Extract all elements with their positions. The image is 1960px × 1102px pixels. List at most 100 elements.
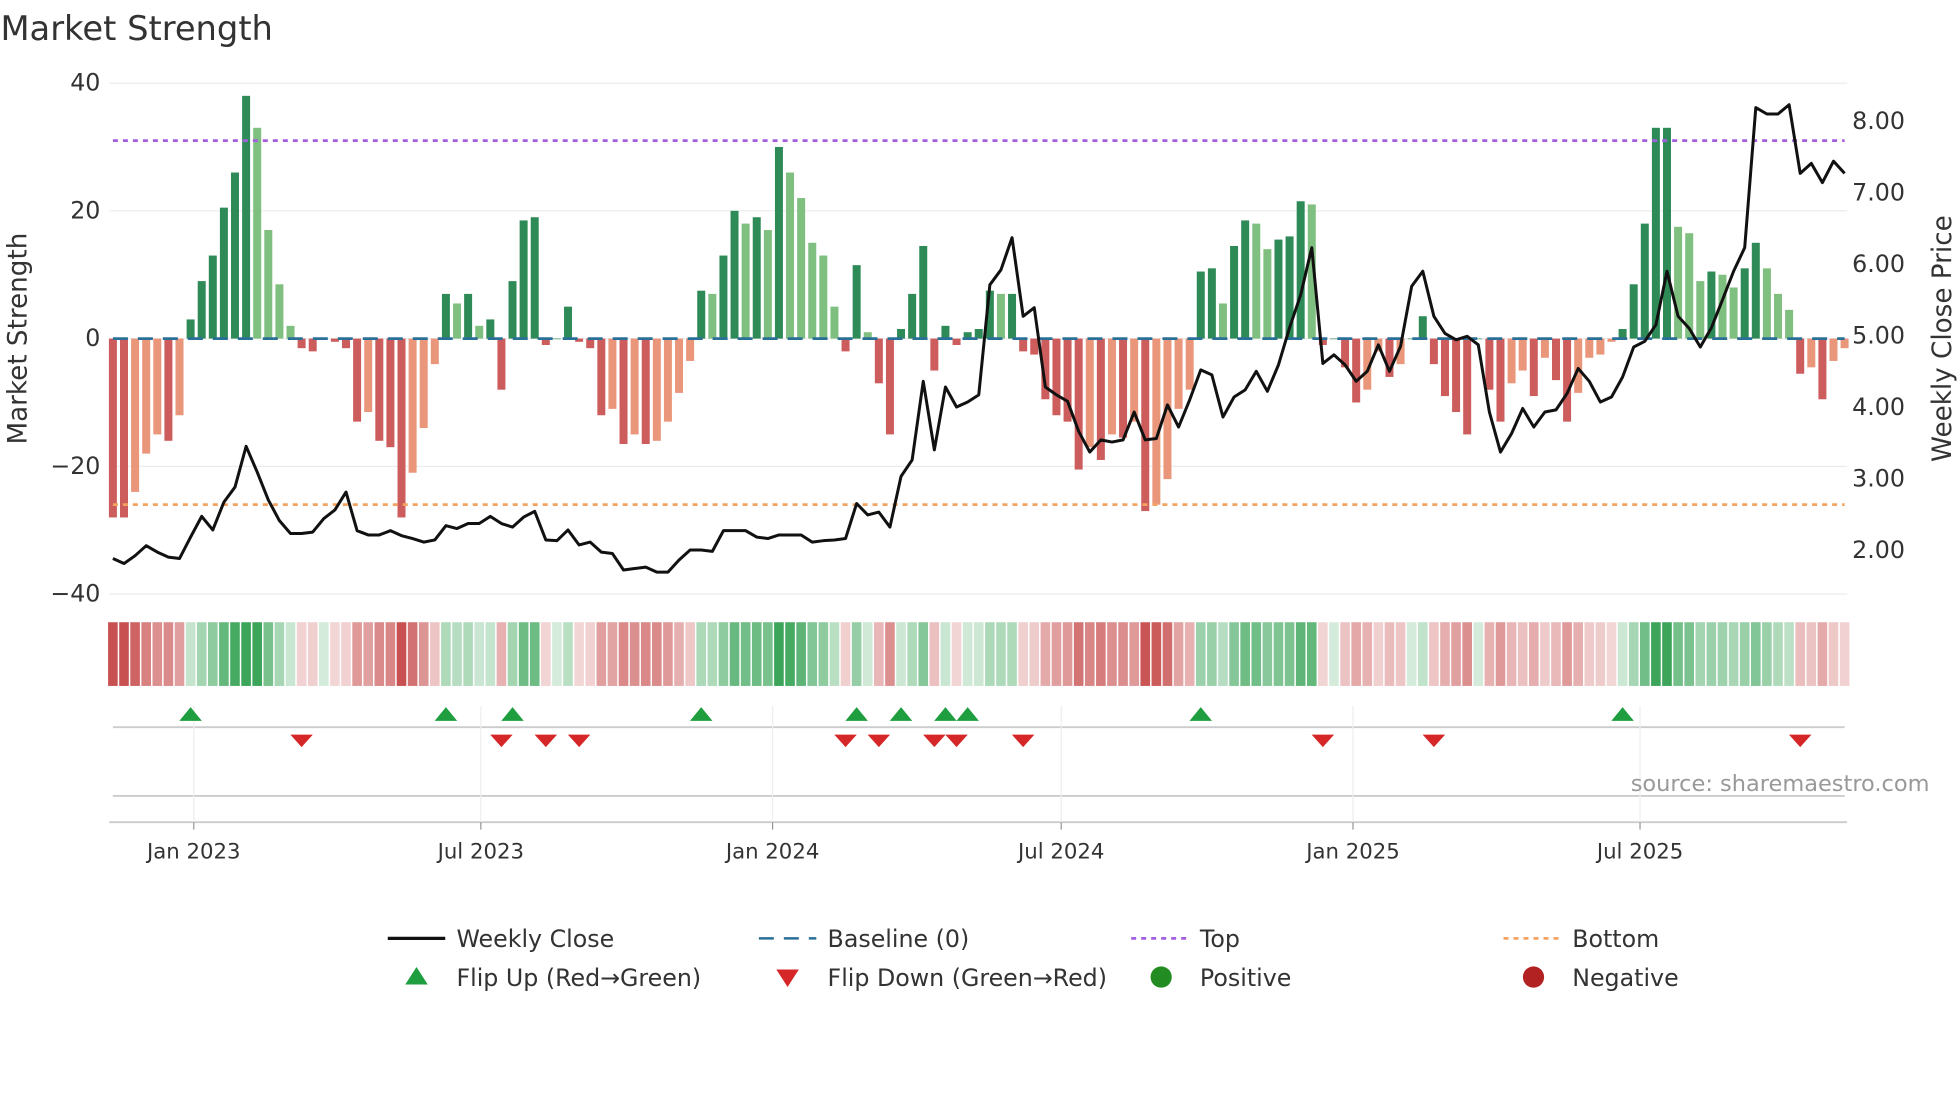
strip-cell — [1173, 622, 1184, 686]
strip-cell — [363, 622, 374, 686]
strength-bar — [741, 223, 750, 339]
strip-cell — [1706, 622, 1717, 686]
strip-cell — [1517, 622, 1528, 686]
strip-cell — [241, 622, 251, 686]
y2-tick-label: 7.00 — [1852, 179, 1905, 207]
legend-item: Positive — [1150, 964, 1291, 992]
strength-bar — [1263, 249, 1272, 339]
strip-cell — [185, 622, 196, 686]
strength-bar — [1685, 233, 1694, 339]
legend-item: Top — [1131, 925, 1240, 953]
strength-bar — [1629, 284, 1638, 339]
strength-bar — [264, 230, 273, 339]
strip-cell — [1417, 622, 1428, 686]
strength-bar — [186, 319, 195, 339]
strip-cell — [196, 622, 207, 686]
flip-down-marker — [867, 734, 891, 748]
strength-bar — [519, 220, 528, 339]
strip-cell — [263, 622, 274, 686]
strip-cell — [1362, 622, 1373, 686]
strip-cell — [1662, 622, 1672, 686]
strength-bar — [952, 338, 961, 345]
flip-up-marker — [956, 707, 979, 721]
strip-cell — [1040, 622, 1051, 686]
strength-bar — [1130, 338, 1139, 422]
x-tick-label: Jan 2025 — [1304, 839, 1400, 864]
strip-cell — [1395, 622, 1406, 686]
strip-cell — [1107, 622, 1117, 686]
strip-cell — [874, 622, 884, 686]
strip-cell — [1673, 622, 1683, 686]
strength-bar — [852, 265, 861, 339]
strength-bar — [897, 329, 906, 339]
strength-bar — [708, 293, 717, 339]
strip-cell — [1773, 622, 1783, 686]
strip-cell — [1318, 622, 1328, 686]
strength-bar — [730, 210, 739, 339]
strip-cell — [696, 622, 707, 686]
strength-bar — [1418, 316, 1427, 339]
strip-cell — [896, 622, 906, 686]
strip-cell — [141, 622, 151, 686]
y-tick-label: 40 — [70, 69, 100, 97]
strength-bar — [774, 146, 783, 339]
strength-bar — [286, 325, 295, 339]
y2-tick-label: 4.00 — [1852, 393, 1905, 421]
strip-cell — [629, 622, 640, 686]
y2-tick-label: 6.00 — [1852, 250, 1905, 278]
strength-bar — [752, 217, 761, 339]
strip-cell — [285, 622, 296, 686]
strength-bar — [353, 338, 362, 422]
strength-bar — [630, 338, 639, 435]
strip-cell — [885, 622, 895, 686]
strength-bar — [1141, 338, 1150, 512]
strip-cell — [585, 622, 596, 686]
strength-bar — [1241, 220, 1250, 339]
strength-bar — [1796, 338, 1805, 374]
source-annotation: source: sharemaestro.com — [1631, 771, 1930, 797]
strip-cell — [1695, 622, 1706, 686]
strength-bar — [1618, 329, 1627, 339]
legend: Weekly Close Baseline (0) Top Bottom Flip Up… — [387, 925, 1679, 992]
strength-bar — [1551, 338, 1560, 381]
strip-cell — [1207, 622, 1217, 686]
strip-cell — [652, 622, 662, 686]
legend-label: Positive — [1200, 964, 1291, 992]
strength-bar — [885, 338, 894, 435]
strip-cell — [1084, 622, 1095, 686]
strength-bar — [1585, 338, 1594, 358]
flip-up-marker — [889, 707, 913, 721]
strength-bar — [508, 281, 517, 339]
flip-up-marker — [434, 707, 458, 721]
strip-cell — [296, 622, 307, 686]
strip-cell — [1151, 622, 1162, 686]
strip-cell — [130, 622, 140, 686]
legend-item: Weekly Close — [387, 925, 614, 953]
strip-cell — [1118, 622, 1128, 686]
strength-bar — [408, 338, 417, 473]
strength-bar — [1496, 338, 1505, 422]
strip-cell — [1540, 622, 1550, 686]
strip-cell — [163, 622, 174, 686]
strip-cell — [407, 622, 418, 686]
strength-bar — [297, 338, 306, 349]
positive-dot-icon — [1150, 966, 1172, 988]
strip-cell — [1617, 622, 1628, 686]
strength-bar — [275, 284, 284, 339]
strip-cell — [596, 622, 607, 686]
strip-cell — [862, 622, 873, 686]
strength-bar — [231, 172, 239, 339]
strength-bar — [1674, 226, 1683, 339]
strength-bar — [164, 338, 173, 441]
strength-bar — [219, 207, 228, 339]
strength-bar — [1196, 271, 1205, 339]
strip-cell — [174, 622, 185, 686]
legend-item: Bottom — [1503, 925, 1659, 953]
strength-bar — [1563, 338, 1572, 422]
strength-bar — [1252, 223, 1261, 339]
strength-bar — [1807, 338, 1816, 368]
strip-cell — [1295, 622, 1306, 686]
flip-down-marker — [1422, 734, 1446, 748]
strip-cell — [1684, 622, 1694, 686]
strength-bar — [142, 338, 151, 454]
